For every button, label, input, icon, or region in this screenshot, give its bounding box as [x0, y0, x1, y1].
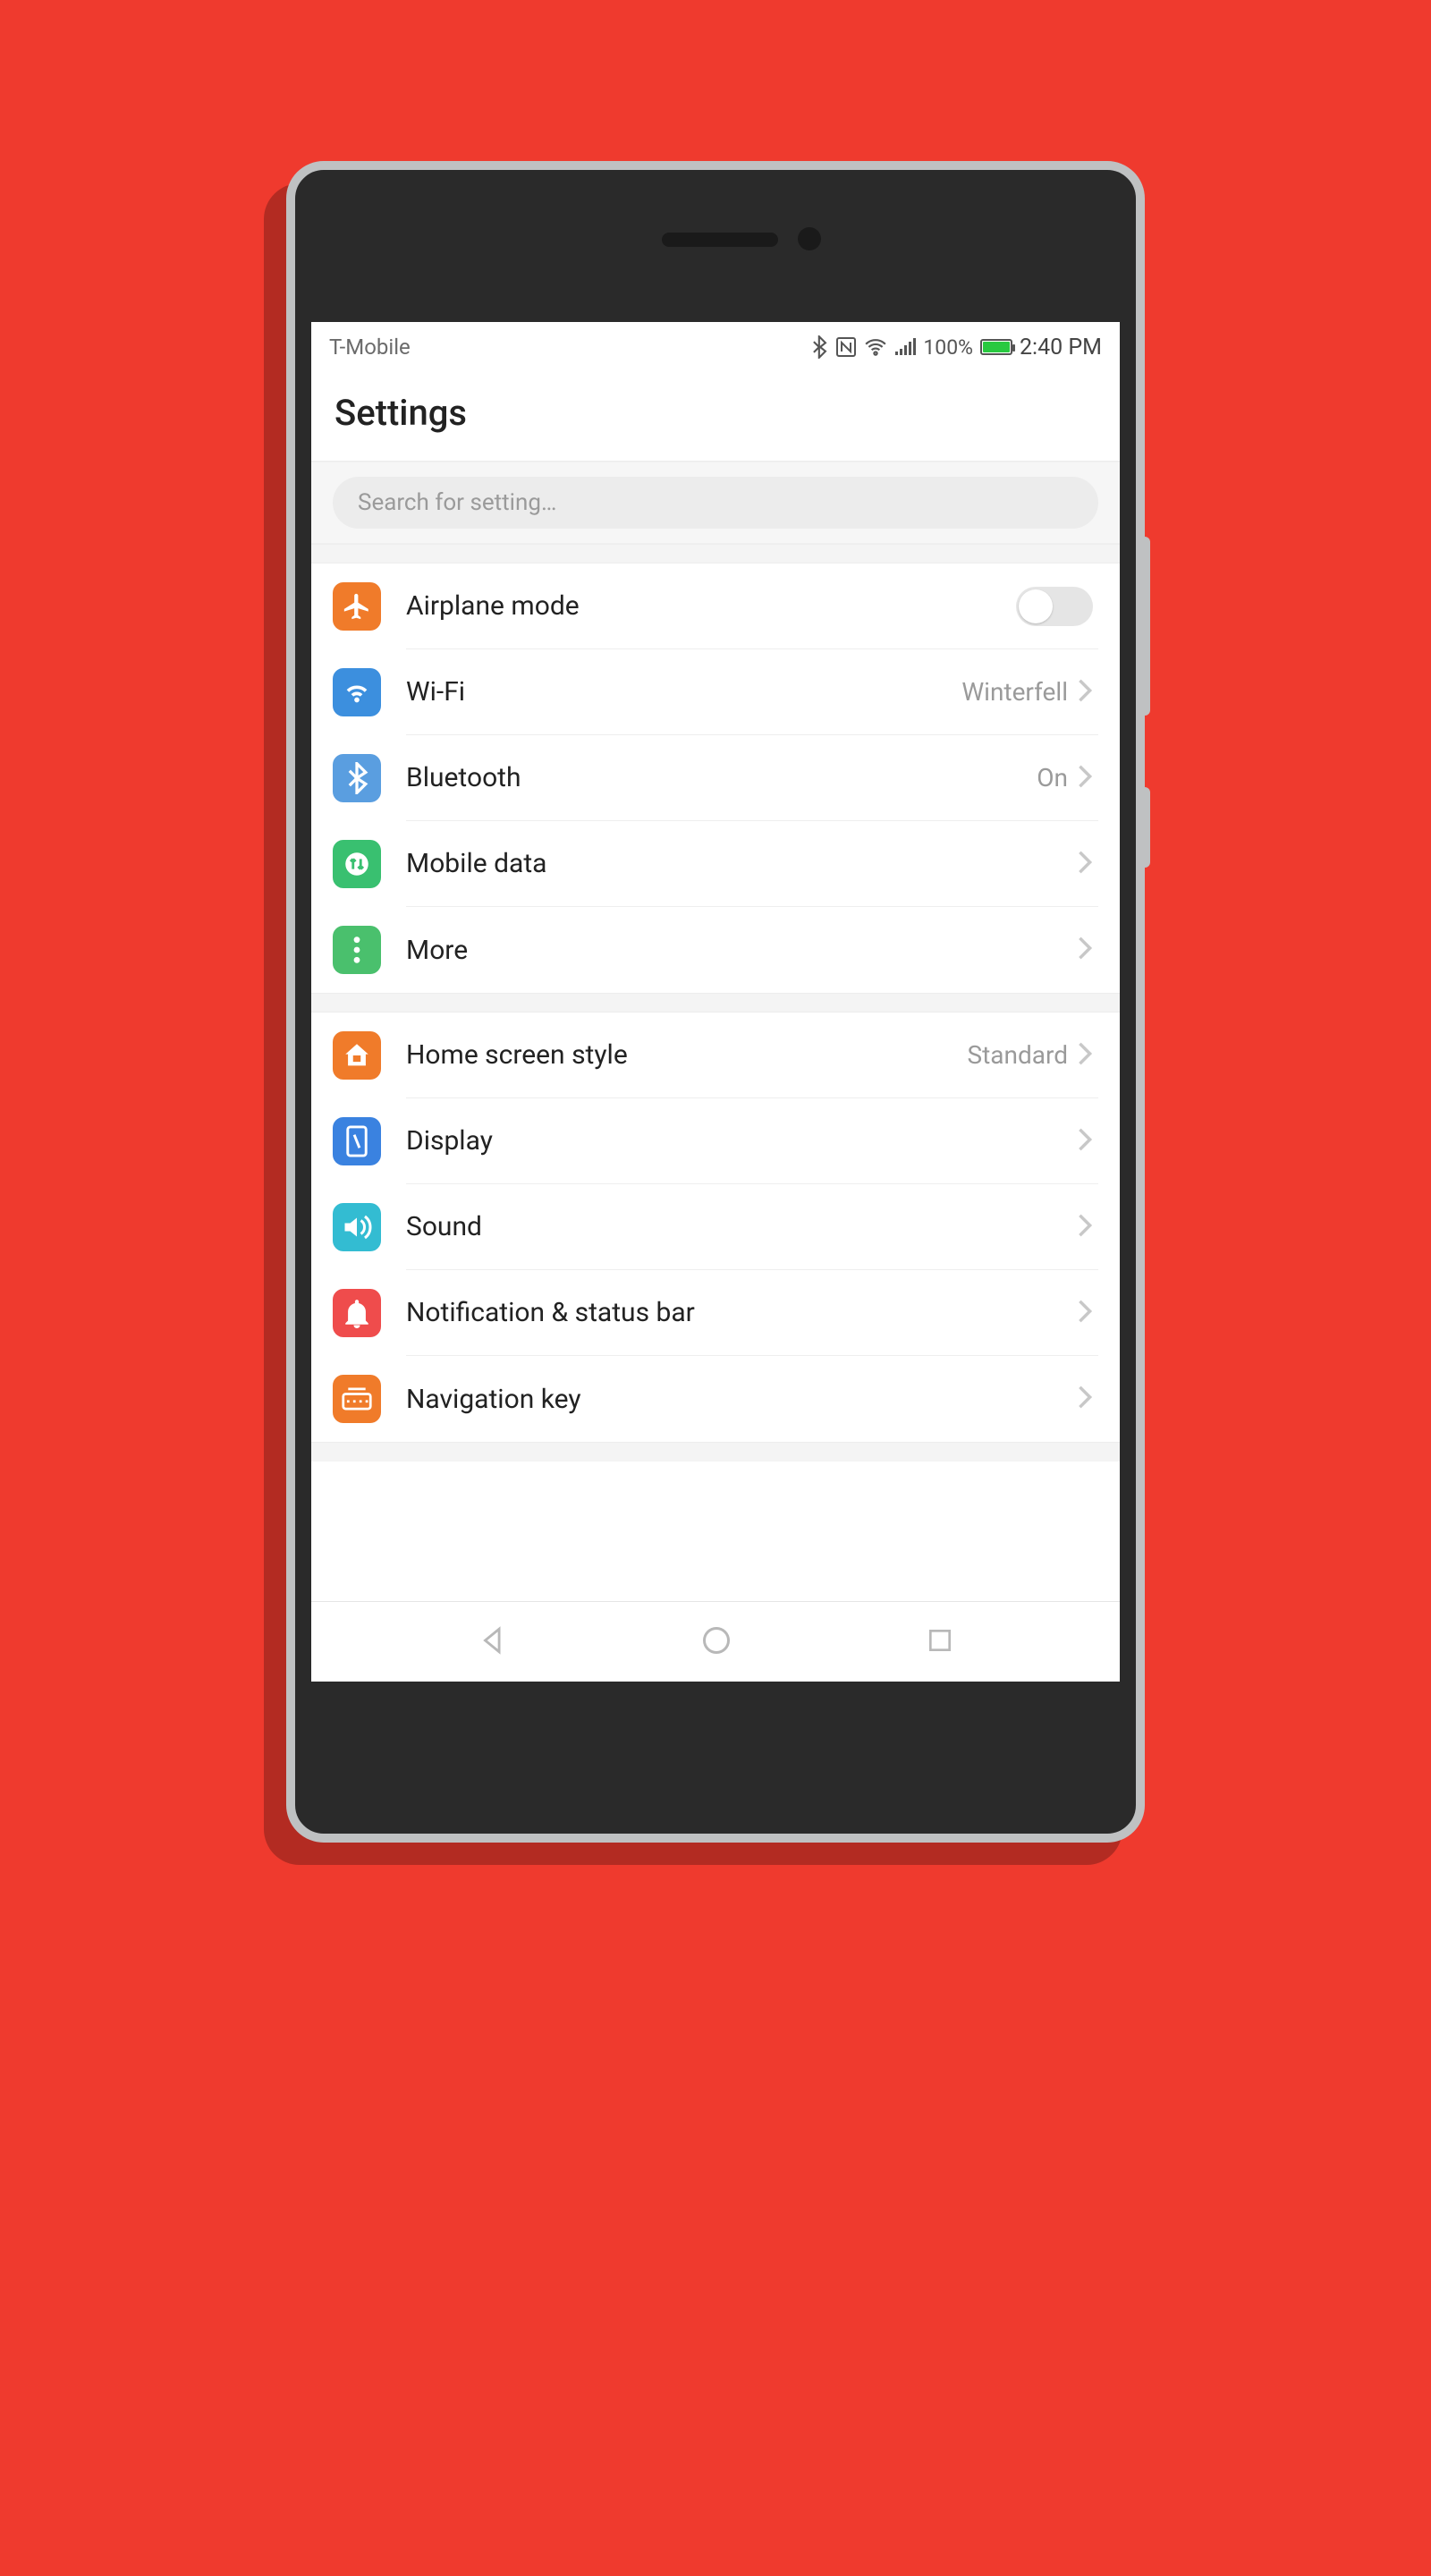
- section-divider: [311, 544, 1120, 564]
- phone-camera: [798, 227, 821, 250]
- chevron-right-icon: [1077, 1127, 1093, 1156]
- home-icon: [333, 1031, 381, 1080]
- more-icon: [333, 926, 381, 974]
- status-bar: T-Mobile 100% 2:40 P: [311, 322, 1120, 372]
- row-label: Bluetooth: [406, 762, 1037, 793]
- page-header: Settings: [311, 372, 1120, 462]
- settings-group-connectivity: Airplane mode Wi-Fi Winterfell: [311, 564, 1120, 993]
- row-mobile-data[interactable]: Mobile data: [311, 821, 1120, 907]
- screen: T-Mobile 100% 2:40 P: [311, 322, 1120, 1682]
- row-more[interactable]: More: [311, 907, 1120, 993]
- wifi-status-icon: [864, 338, 887, 356]
- sound-icon: [333, 1203, 381, 1251]
- android-nav-bar: [311, 1601, 1120, 1682]
- navigation-key-icon: [333, 1375, 381, 1423]
- nav-recent-button[interactable]: [899, 1617, 981, 1667]
- display-icon: [333, 1117, 381, 1165]
- row-label: Mobile data: [406, 848, 1077, 879]
- row-home-screen-style[interactable]: Home screen style Standard: [311, 1013, 1120, 1098]
- row-navigation-key[interactable]: Navigation key: [311, 1356, 1120, 1442]
- phone-frame: T-Mobile 100% 2:40 P: [286, 161, 1145, 1843]
- bluetooth-icon: [333, 754, 381, 802]
- bluetooth-status-icon: [812, 335, 828, 359]
- row-label: Sound: [406, 1211, 1077, 1242]
- phone-speaker: [662, 233, 778, 247]
- chevron-right-icon: [1077, 1299, 1093, 1327]
- search-wrap: Search for setting…: [311, 462, 1120, 544]
- row-label: Home screen style: [406, 1039, 967, 1071]
- mobile-data-icon: [333, 840, 381, 888]
- chevron-right-icon: [1077, 936, 1093, 964]
- row-value: Standard: [967, 1040, 1068, 1070]
- row-label: More: [406, 935, 1077, 966]
- volume-button[interactable]: [1139, 537, 1150, 716]
- settings-group-device: Home screen style Standard Display: [311, 1013, 1120, 1442]
- airplane-icon: [333, 582, 381, 631]
- row-airplane-mode[interactable]: Airplane mode: [311, 564, 1120, 649]
- notification-icon: [333, 1289, 381, 1337]
- search-input[interactable]: Search for setting…: [333, 477, 1098, 529]
- row-value: On: [1037, 763, 1068, 792]
- section-divider: [311, 993, 1120, 1013]
- row-label: Navigation key: [406, 1384, 1077, 1415]
- section-divider: [311, 1442, 1120, 1462]
- carrier-label: T-Mobile: [329, 335, 411, 360]
- row-wifi[interactable]: Wi-Fi Winterfell: [311, 649, 1120, 735]
- row-label: Display: [406, 1125, 1077, 1157]
- row-label: Wi-Fi: [406, 676, 961, 708]
- page-title: Settings: [334, 392, 1097, 434]
- nav-back-button[interactable]: [451, 1616, 535, 1668]
- battery-pct-label: 100%: [923, 335, 973, 360]
- row-notification[interactable]: Notification & status bar: [311, 1270, 1120, 1356]
- chevron-right-icon: [1077, 1041, 1093, 1070]
- chevron-right-icon: [1077, 678, 1093, 707]
- row-display[interactable]: Display: [311, 1098, 1120, 1184]
- row-label: Airplane mode: [406, 590, 1016, 622]
- nav-home-button[interactable]: [673, 1615, 759, 1669]
- row-value: Winterfell: [961, 677, 1068, 707]
- wifi-icon: [333, 668, 381, 716]
- battery-icon: [980, 339, 1012, 355]
- time-label: 2:40 PM: [1020, 335, 1102, 360]
- chevron-right-icon: [1077, 1213, 1093, 1241]
- row-label: Notification & status bar: [406, 1297, 1077, 1328]
- chevron-right-icon: [1077, 764, 1093, 792]
- chevron-right-icon: [1077, 850, 1093, 878]
- airplane-toggle[interactable]: [1016, 587, 1093, 626]
- chevron-right-icon: [1077, 1385, 1093, 1413]
- row-sound[interactable]: Sound: [311, 1184, 1120, 1270]
- row-bluetooth[interactable]: Bluetooth On: [311, 735, 1120, 821]
- signal-status-icon: [894, 338, 916, 356]
- nfc-status-icon: [835, 336, 857, 358]
- power-button[interactable]: [1139, 787, 1150, 868]
